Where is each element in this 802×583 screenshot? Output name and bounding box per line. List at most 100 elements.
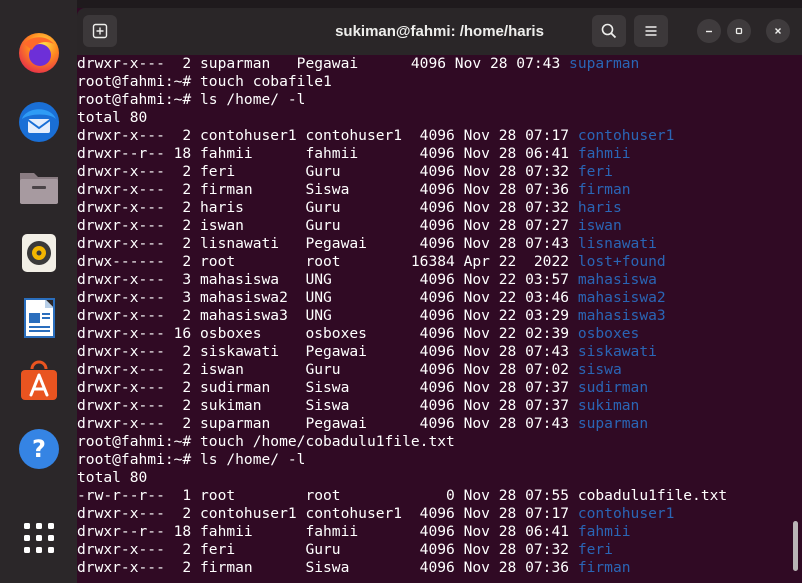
listing-attributes: drwxr-x--- 2 lisnawati Pegawai 4096 Nov …	[77, 235, 578, 252]
new-tab-button[interactable]	[83, 15, 117, 47]
terminal-line: total 80	[77, 109, 789, 127]
terminal-text: total 80	[77, 109, 148, 126]
listing-row: drwxr-x--- 2 sudirman Siswa 4096 Nov 28 …	[77, 379, 789, 397]
search-button[interactable]	[592, 15, 626, 47]
listing-row: drwxr-x--- 3 mahasiswa2 UNG 4096 Nov 22 …	[77, 289, 789, 307]
thunderbird-launcher[interactable]	[13, 96, 65, 148]
directory-name: haris	[577, 199, 622, 216]
terminal-output[interactable]: drwxr-x--- 2 suparman Pegawai 4096 Nov 2…	[77, 55, 789, 583]
file-name: cobadulu1file.txt	[577, 487, 728, 504]
close-icon	[775, 28, 781, 34]
listing-attributes: drwxr-x--- 2 sukiman Siswa 4096 Nov 28 0…	[77, 397, 578, 414]
listing-attributes: drwxr-x--- 2 mahasiswa3 UNG 4096 Nov 22 …	[77, 307, 578, 324]
listing-attributes: drwxr-x--- 3 mahasiswa UNG 4096 Nov 22 0…	[77, 271, 578, 288]
minimize-button[interactable]	[697, 19, 721, 43]
app-center-launcher[interactable]	[13, 356, 65, 408]
terminal-scrollbar[interactable]	[793, 521, 798, 571]
new-tab-icon	[92, 23, 108, 39]
minimize-icon	[706, 30, 712, 33]
terminal-line: total 80	[77, 469, 789, 487]
listing-row: drwxr-x--- 2 feri Guru 4096 Nov 28 07:32…	[77, 163, 789, 181]
terminal-text: total 80	[77, 469, 148, 486]
directory-name: contohuser1	[577, 127, 675, 144]
directory-name: iswan	[577, 217, 622, 234]
listing-attributes: drwxr-x--- 16 osboxes osboxes 4096 Nov 2…	[77, 325, 578, 342]
listing-attributes: drwxr-x--- 2 sudirman Siswa 4096 Nov 28 …	[77, 379, 578, 396]
files-launcher[interactable]	[13, 161, 65, 213]
directory-name: mahasiswa	[577, 271, 657, 288]
rhythmbox-icon	[22, 234, 56, 272]
listing-row: drwxr-x--- 2 feri Guru 4096 Nov 28 07:32…	[77, 541, 789, 559]
listing-attributes: drwxr-x--- 2 contohuser1 contohuser1 409…	[77, 505, 578, 522]
listing-attributes: drwxr-x--- 2 feri Guru 4096 Nov 28 07:32	[77, 541, 578, 558]
terminal-text: root@fahmi:~# ls /home/ -l	[77, 451, 306, 468]
listing-attributes: drwxr-x--- 2 suparman Pegawai 4096 Nov 2…	[77, 55, 570, 72]
writer-launcher[interactable]	[13, 292, 65, 344]
menu-button[interactable]	[634, 15, 668, 47]
listing-attributes: -rw-r--r-- 1 root root 0 Nov 28 07:55	[77, 487, 578, 504]
listing-row: drwxr-x--- 2 suparman Pegawai 4096 Nov 2…	[77, 55, 789, 73]
directory-name: siswa	[577, 361, 622, 378]
listing-row: -rw-r--r-- 1 root root 0 Nov 28 07:55 co…	[77, 487, 789, 505]
directory-name: firman	[577, 559, 631, 576]
directory-name: siskawati	[577, 343, 657, 360]
directory-name: feri	[577, 163, 613, 180]
window-title: sukiman@fahmi: /home/haris	[335, 23, 544, 40]
directory-name: contohuser1	[577, 505, 675, 522]
listing-row: drwxr-x--- 2 contohuser1 contohuser1 409…	[77, 127, 789, 145]
directory-name: feri	[577, 541, 613, 558]
listing-attributes: drwxr-x--- 2 feri Guru 4096 Nov 28 07:32	[77, 163, 578, 180]
directory-name: mahasiswa2	[577, 289, 666, 306]
directory-name: osboxes	[577, 325, 640, 342]
firefox-icon	[19, 33, 59, 73]
directory-name: sudirman	[577, 379, 649, 396]
listing-row: drwxr-x--- 2 firman Siswa 4096 Nov 28 07…	[77, 181, 789, 199]
directory-name: fahmii	[577, 145, 631, 162]
svg-text:?: ?	[32, 435, 46, 463]
title-bar[interactable]: sukiman@fahmi: /home/haris	[77, 8, 802, 55]
listing-attributes: drwxr--r-- 18 fahmii fahmii 4096 Nov 28 …	[77, 145, 578, 162]
listing-attributes: drwxr-x--- 2 firman Siswa 4096 Nov 28 07…	[77, 181, 578, 198]
listing-row: drwxr-x--- 2 firman Siswa 4096 Nov 28 07…	[77, 559, 789, 577]
listing-attributes: drwxr-x--- 2 suparman Pegawai 4096 Nov 2…	[77, 415, 578, 432]
listing-attributes: drwxr-x--- 2 firman Siswa 4096 Nov 28 07…	[77, 559, 578, 576]
close-button[interactable]	[766, 19, 790, 43]
listing-row: drwxr-x--- 2 sukiman Siswa 4096 Nov 28 0…	[77, 397, 789, 415]
help-launcher[interactable]: ?	[13, 423, 65, 475]
directory-name: suparman	[577, 415, 649, 432]
listing-attributes: drwxr-x--- 2 siskawati Pegawai 4096 Nov …	[77, 343, 578, 360]
rhythmbox-launcher[interactable]	[13, 226, 65, 278]
terminal-text: root@fahmi:~# ls /home/ -l	[77, 91, 306, 108]
listing-row: drwxr-x--- 2 mahasiswa3 UNG 4096 Nov 22 …	[77, 307, 789, 325]
search-icon	[601, 23, 617, 39]
listing-attributes: drwxr-x--- 2 contohuser1 contohuser1 409…	[77, 127, 578, 144]
directory-name: suparman	[569, 55, 640, 72]
maximize-button[interactable]	[727, 19, 751, 43]
directory-name: firman	[577, 181, 631, 198]
terminal-line: root@fahmi:~# ls /home/ -l	[77, 91, 789, 109]
listing-row: drwxr-x--- 2 iswan Guru 4096 Nov 28 07:2…	[77, 217, 789, 235]
dock: ?	[0, 0, 77, 583]
restore-icon	[735, 27, 743, 35]
terminal-window: sukiman@fahmi: /home/haris drwxr-x--- 2 …	[77, 8, 802, 583]
terminal-line: root@fahmi:~# touch /home/cobadulu1file.…	[77, 433, 789, 451]
listing-row: drwx------ 2 root root 16384 Apr 22 2022…	[77, 253, 789, 271]
listing-row: drwxr-x--- 2 contohuser1 contohuser1 409…	[77, 505, 789, 523]
directory-name: lisnawati	[577, 235, 657, 252]
hamburger-menu-icon	[645, 26, 657, 36]
files-icon	[20, 173, 58, 204]
firefox-launcher[interactable]	[13, 27, 65, 79]
show-apps-icon	[24, 523, 54, 553]
listing-attributes: drwxr-x--- 3 mahasiswa2 UNG 4096 Nov 22 …	[77, 289, 578, 306]
listing-row: drwxr-x--- 3 mahasiswa UNG 4096 Nov 22 0…	[77, 271, 789, 289]
listing-row: drwxr--r-- 18 fahmii fahmii 4096 Nov 28 …	[77, 523, 789, 541]
terminal-text: root@fahmi:~# touch cobafile1	[77, 73, 332, 90]
listing-row: drwxr-x--- 2 iswan Guru 4096 Nov 28 07:0…	[77, 361, 789, 379]
show-apps-button[interactable]	[13, 512, 65, 564]
terminal-line: root@fahmi:~# touch cobafile1	[77, 73, 789, 91]
listing-row: drwxr-x--- 2 siskawati Pegawai 4096 Nov …	[77, 343, 789, 361]
listing-row: drwxr-x--- 2 suparman Pegawai 4096 Nov 2…	[77, 415, 789, 433]
listing-attributes: drwxr-x--- 2 iswan Guru 4096 Nov 28 07:2…	[77, 217, 578, 234]
listing-attributes: drwxr--r-- 18 fahmii fahmii 4096 Nov 28 …	[77, 523, 578, 540]
thunderbird-icon	[19, 102, 59, 142]
